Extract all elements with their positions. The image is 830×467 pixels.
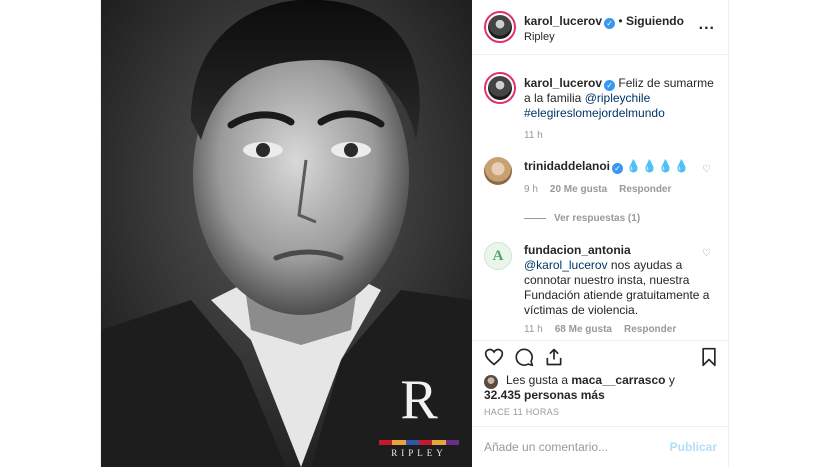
- view-replies-line: [524, 218, 546, 219]
- commenter-avatar[interactable]: [484, 157, 512, 185]
- comment-1: trinidaddelanoi ✓ 💧💧💧💧: [524, 159, 714, 174]
- instagram-post: R RIPLEY karol_lucerov ✓ • Siguiendo Ripl…: [100, 0, 729, 467]
- post-side-panel: karol_lucerov ✓ • Siguiendo Ripley ... ka…: [472, 0, 729, 467]
- verified-badge-icon: ✓: [612, 163, 624, 174]
- caption-avatar-image: [488, 76, 512, 100]
- stripe: [432, 440, 446, 445]
- likes-prefix: Les gusta a: [506, 373, 569, 387]
- comment-username[interactable]: fundacion_antonia: [524, 243, 631, 257]
- caption-time[interactable]: 11 h: [524, 130, 543, 141]
- comment-text: 💧💧💧💧: [626, 159, 691, 173]
- post-header: karol_lucerov ✓ • Siguiendo Ripley ...: [472, 0, 729, 55]
- likes-user-link[interactable]: maca__carrasco: [571, 373, 665, 387]
- verified-badge-icon: ✓: [604, 18, 616, 29]
- likes-summary: Les gusta a maca__carrasco y 32.435 pers…: [484, 373, 724, 403]
- caption-text: karol_lucerov ✓ Feliz de sumarme a la fam…: [524, 76, 714, 121]
- comment-username[interactable]: trinidaddelanoi: [524, 159, 610, 173]
- add-comment-bar: Añade un comentario... Publicar: [472, 426, 729, 467]
- comments-section: karol_lucerov ✓ Feliz de sumarme a la fam…: [472, 56, 729, 340]
- author-username[interactable]: karol_lucerov: [524, 14, 602, 28]
- author-avatar-image: [488, 15, 512, 39]
- comment-likes-count[interactable]: 68 Me gusta: [555, 324, 612, 335]
- comment-2: fundacion_antonia @karol_lucerov nos ayu…: [524, 243, 714, 318]
- add-comment-input[interactable]: Añade un comentario...: [484, 440, 608, 454]
- view-replies-button[interactable]: Ver respuestas (1): [524, 213, 640, 224]
- comment-2-meta: 11 h 68 Me gusta Responder: [524, 324, 676, 335]
- save-bookmark-icon[interactable]: [699, 347, 719, 367]
- caption-mention-link[interactable]: @ripleychile: [585, 91, 651, 105]
- stripe: [418, 440, 433, 445]
- publish-comment-button[interactable]: Publicar: [670, 440, 717, 454]
- caption-username[interactable]: karol_lucerov: [524, 76, 602, 90]
- stripe: [405, 440, 419, 445]
- following-button[interactable]: Siguiendo: [626, 14, 684, 28]
- stripe: [379, 440, 393, 445]
- post-actions: Les gusta a maca__carrasco y 32.435 pers…: [472, 340, 729, 440]
- comment-like-heart-icon[interactable]: ♡: [702, 164, 711, 175]
- comment-1-meta: 9 h 20 Me gusta Responder: [524, 184, 671, 195]
- ripley-logo-name: RIPLEY: [391, 448, 447, 458]
- post-photo[interactable]: R RIPLEY: [101, 0, 472, 467]
- author-avatar[interactable]: [484, 11, 516, 43]
- like-heart-icon[interactable]: [484, 347, 504, 367]
- post-location[interactable]: Ripley: [524, 31, 555, 43]
- comment-reply-button[interactable]: Responder: [619, 184, 671, 195]
- share-icon[interactable]: [544, 347, 564, 367]
- comment-time[interactable]: 9 h: [524, 184, 538, 195]
- fundacion-logo-icon: A: [492, 247, 504, 264]
- header-separator: •: [618, 14, 623, 28]
- verified-badge-icon: ✓: [604, 80, 616, 91]
- comment-bubble-icon[interactable]: [514, 347, 534, 367]
- header-title: karol_lucerov ✓ • Siguiendo: [524, 14, 684, 29]
- comment-mention-link[interactable]: @karol_lucerov: [524, 258, 608, 272]
- stripe: [445, 440, 459, 445]
- caption-hashtag-link[interactable]: #elegireslomejordelmundo: [524, 106, 665, 120]
- likes-mid: y: [668, 373, 675, 387]
- ripley-logo-stripes: [379, 440, 459, 445]
- caption-avatar[interactable]: [484, 72, 516, 104]
- view-replies-label: Ver respuestas (1): [554, 213, 641, 224]
- comment-time[interactable]: 11 h: [524, 324, 543, 335]
- stripe: [392, 440, 406, 445]
- comment-like-heart-icon[interactable]: ♡: [702, 248, 711, 259]
- comment-likes-count[interactable]: 20 Me gusta: [550, 184, 607, 195]
- post-time-ago[interactable]: HACE 11 HORAS: [484, 407, 559, 417]
- comment-reply-button[interactable]: Responder: [624, 324, 676, 335]
- more-options-icon[interactable]: ...: [699, 16, 715, 34]
- caption-meta: 11 h: [524, 130, 543, 141]
- ripley-logo-letter: R: [400, 369, 438, 431]
- likes-count-link[interactable]: 32.435 personas más: [484, 388, 605, 402]
- commenter-avatar[interactable]: A: [484, 242, 512, 270]
